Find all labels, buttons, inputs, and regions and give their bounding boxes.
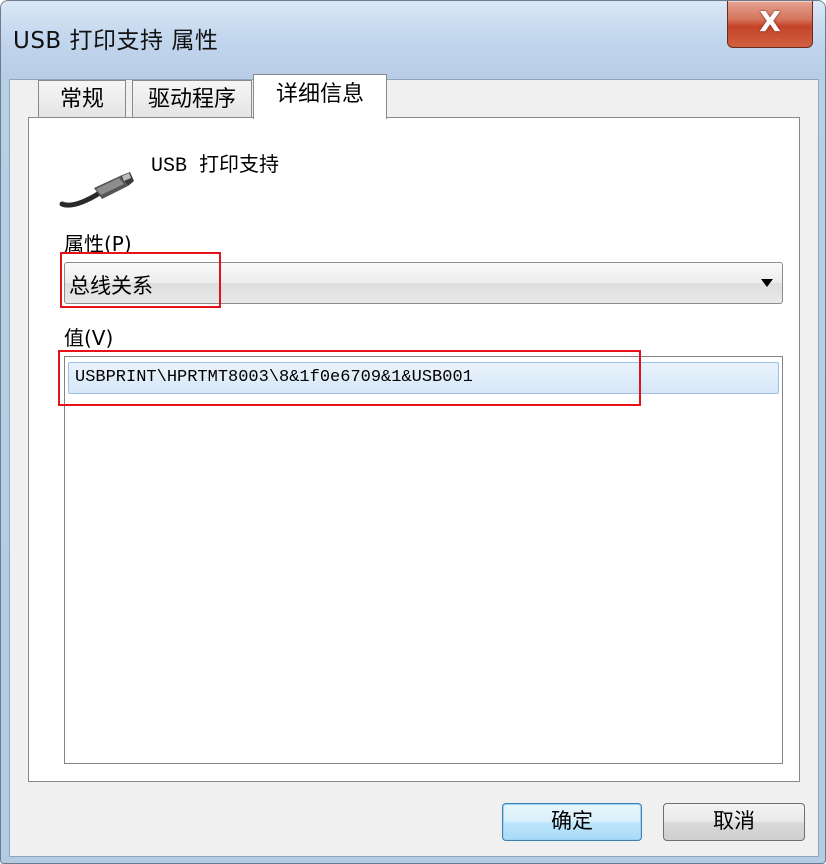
tab-driver[interactable]: 驱动程序: [132, 80, 252, 119]
close-icon: X: [759, 5, 781, 38]
ok-button[interactable]: 确定: [502, 803, 642, 841]
value-list[interactable]: USBPRINT\HPRTMT8003\8&1f0e6709&1&USB001: [64, 356, 783, 764]
value-label: 值(V): [64, 326, 114, 350]
title-bar[interactable]: USB 打印支持 属性 X: [1, 1, 825, 79]
window-title: USB 打印支持 属性: [13, 28, 219, 54]
chevron-down-icon[interactable]: [761, 279, 773, 287]
annotation-box-value: [58, 350, 641, 406]
annotation-box-property: [60, 252, 221, 308]
tab-details[interactable]: 详细信息: [253, 74, 387, 119]
device-name: USB 打印支持: [151, 155, 280, 178]
close-button[interactable]: X: [727, 1, 813, 48]
cancel-button[interactable]: 取消: [663, 803, 805, 841]
tab-general[interactable]: 常规: [38, 80, 126, 119]
usb-cable-icon: [59, 172, 134, 208]
